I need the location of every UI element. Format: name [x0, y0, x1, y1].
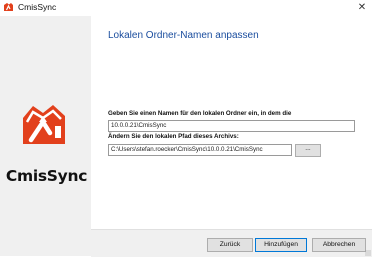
window-title: CmisSync — [18, 2, 57, 12]
resize-grip[interactable] — [365, 250, 371, 256]
folder-name-input[interactable]: 10.0.0.21\CmisSync — [108, 120, 355, 132]
logo-wordmark: CmisSync — [5, 167, 88, 185]
browse-button[interactable]: ... — [295, 144, 321, 157]
local-path-input[interactable]: C:\Users\stefan.roecker\CmisSync\10.0.0.… — [108, 144, 292, 156]
local-path-label: Ändern Sie den lokalen Pfad dieses Archi… — [108, 133, 239, 140]
title-bar: CmisSync ✕ — [0, 0, 372, 16]
sidebar: CmisSync — [0, 16, 91, 256]
cmissync-logo-icon — [23, 105, 65, 144]
add-button[interactable]: Hinzufügen — [255, 238, 307, 252]
cmissync-app-icon — [4, 3, 13, 11]
page-title: Lokalen Ordner-Namen anpassen — [108, 30, 259, 41]
close-icon: ✕ — [357, 2, 367, 13]
cancel-button[interactable]: Abbrechen — [312, 238, 366, 252]
close-button[interactable]: ✕ — [352, 0, 372, 16]
content-panel: Lokalen Ordner-Namen anpassen Geben Sie … — [91, 16, 372, 229]
button-bar: Zurück Hinzufügen Abbrechen — [91, 229, 372, 257]
folder-name-label: Geben Sie einen Namen für den lokalen Or… — [108, 110, 292, 117]
back-button[interactable]: Zurück — [207, 238, 253, 252]
